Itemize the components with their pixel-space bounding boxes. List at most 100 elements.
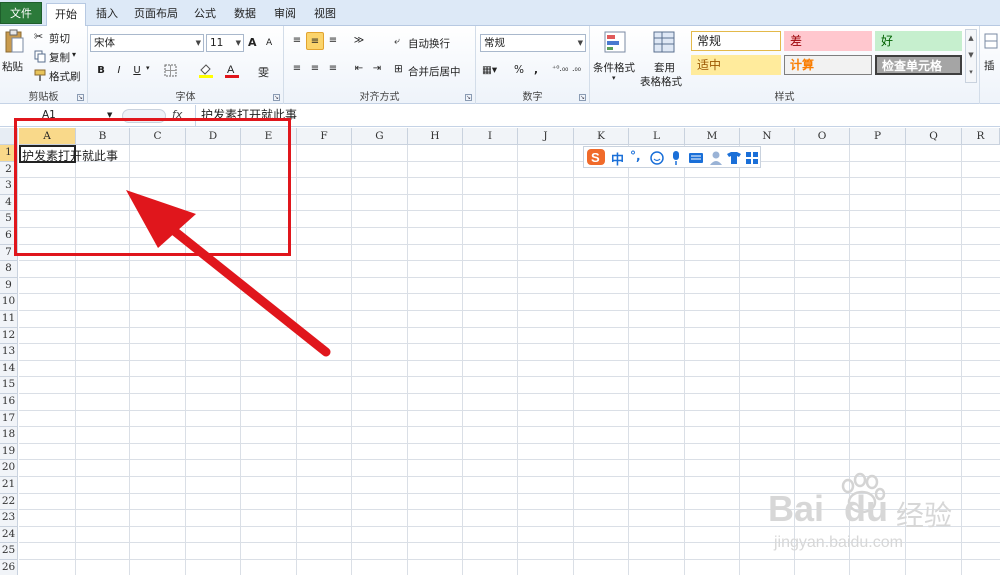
format-as-table-button[interactable]: 套用 表格格式	[640, 28, 688, 88]
italic-button[interactable]: I	[110, 62, 128, 80]
more-styles-icon[interactable]: ▾	[966, 64, 976, 81]
align-bottom-icon[interactable]: ≡	[324, 32, 342, 50]
merge-center-button[interactable]: ⊞ 合并后居中	[394, 62, 474, 80]
row-header-18[interactable]: 18	[0, 427, 18, 444]
user-icon[interactable]	[709, 150, 723, 166]
row-header-10[interactable]: 10	[0, 294, 18, 311]
microphone-icon[interactable]	[670, 150, 682, 166]
clipboard-launcher-icon[interactable]: ↘	[77, 94, 84, 101]
underline-button[interactable]: U	[128, 62, 146, 80]
row-header-15[interactable]: 15	[0, 377, 18, 394]
align-middle-icon[interactable]: ≡	[306, 32, 324, 50]
number-launcher-icon[interactable]: ↘	[579, 94, 586, 101]
row-header-19[interactable]: 19	[0, 443, 18, 461]
shrink-font-button[interactable]: A	[266, 38, 272, 48]
cut-button[interactable]: ✂ 剪切	[34, 30, 84, 46]
row-header-16[interactable]: 16	[0, 394, 18, 411]
column-header-i[interactable]: I	[463, 128, 518, 145]
formula-input[interactable]: 护发素打开就此事	[195, 105, 1000, 126]
wrap-text-button[interactable]: ⤶ 自动换行	[394, 34, 472, 52]
increase-indent-icon[interactable]: ⇥	[368, 60, 386, 78]
row-header-25[interactable]: 25	[0, 543, 18, 560]
column-header-f[interactable]: F	[297, 128, 352, 145]
copy-dropdown-icon[interactable]: ▾	[72, 50, 76, 59]
row-header-14[interactable]: 14	[0, 360, 18, 378]
column-header-p[interactable]: P	[850, 128, 906, 145]
column-header-k[interactable]: K	[574, 128, 629, 145]
style-good[interactable]: 好	[875, 31, 962, 51]
tab-review[interactable]: 审阅	[268, 3, 302, 25]
style-check-cell[interactable]: 检查单元格	[875, 55, 962, 75]
row-header-12[interactable]: 12	[0, 327, 18, 345]
column-header-h[interactable]: H	[408, 128, 463, 145]
sogou-logo-icon[interactable]: S	[586, 148, 606, 166]
tab-insert[interactable]: 插入	[90, 3, 124, 25]
orientation-icon[interactable]: ≫	[350, 32, 368, 50]
align-right-icon[interactable]: ≡	[324, 60, 342, 78]
paste-button[interactable]: 粘贴	[2, 29, 26, 89]
row-header-9[interactable]: 9	[0, 277, 18, 295]
align-center-icon[interactable]: ≡	[306, 60, 324, 78]
column-header-l[interactable]: L	[629, 128, 685, 145]
align-top-icon[interactable]: ≡	[288, 32, 306, 50]
column-header-o[interactable]: O	[795, 128, 850, 145]
grow-font-button[interactable]: A	[248, 36, 257, 49]
conditional-format-button[interactable]: 条件格式 ▾	[592, 28, 638, 84]
style-calculation[interactable]: 计算	[784, 55, 872, 75]
underline-dropdown-icon[interactable]: ▾	[146, 64, 150, 72]
font-color-icon[interactable]: A	[224, 62, 240, 78]
comma-button[interactable]: ,	[534, 64, 538, 76]
styles-scroll[interactable]: ▲ ▼ ▾	[965, 29, 977, 83]
borders-icon[interactable]	[164, 64, 178, 78]
alignment-launcher-icon[interactable]: ↘	[465, 94, 472, 101]
row-header-24[interactable]: 24	[0, 526, 18, 544]
decrease-decimal-icon[interactable]: .₀₀	[572, 64, 581, 73]
column-header-m[interactable]: M	[685, 128, 740, 145]
ime-punctuation[interactable]: °,	[630, 149, 641, 163]
ime-mode-chinese[interactable]: 中	[611, 149, 624, 168]
tab-home[interactable]: 开始	[46, 3, 86, 27]
percent-button[interactable]: %	[514, 64, 524, 76]
row-header-26[interactable]: 26	[0, 560, 18, 575]
decrease-indent-icon[interactable]: ⇤	[350, 60, 368, 78]
skin-shirt-icon[interactable]	[726, 151, 742, 165]
column-header-j[interactable]: J	[518, 128, 574, 145]
row-header-20[interactable]: 20	[0, 460, 18, 477]
style-neutral[interactable]: 适中	[691, 55, 781, 75]
align-left-icon[interactable]: ≡	[288, 60, 306, 78]
row-header-17[interactable]: 17	[0, 410, 18, 428]
fill-color-icon[interactable]	[198, 62, 214, 78]
tab-file[interactable]: 文件	[0, 2, 42, 24]
scroll-up-icon[interactable]: ▲	[966, 30, 976, 47]
row-header-21[interactable]: 21	[0, 477, 18, 494]
insert-cells-icon[interactable]	[984, 32, 1000, 52]
row-header-23[interactable]: 23	[0, 510, 18, 527]
font-size-combo[interactable]: 11 ▼	[206, 34, 244, 52]
column-header-g[interactable]: G	[352, 128, 408, 145]
row-header-22[interactable]: 22	[0, 493, 18, 511]
tab-formulas[interactable]: 公式	[188, 3, 222, 25]
format-painter-button[interactable]: 格式刷	[34, 68, 84, 84]
row-header-8[interactable]: 8	[0, 261, 18, 278]
style-bad[interactable]: 差	[784, 31, 872, 51]
scroll-down-icon[interactable]: ▼	[966, 47, 976, 64]
tab-page-layout[interactable]: 页面布局	[130, 3, 182, 25]
row-header-11[interactable]: 11	[0, 311, 18, 328]
column-header-r[interactable]: R	[962, 128, 1000, 145]
column-header-n[interactable]: N	[740, 128, 795, 145]
font-name-combo[interactable]: 宋体 ▼	[90, 34, 204, 52]
number-format-combo[interactable]: 常规 ▼	[480, 34, 586, 52]
row-header-13[interactable]: 13	[0, 344, 18, 361]
currency-icon[interactable]: ▦▾	[482, 64, 497, 76]
style-normal[interactable]: 常规	[691, 31, 781, 51]
tab-data[interactable]: 数据	[228, 3, 262, 25]
column-header-q[interactable]: Q	[906, 128, 962, 145]
keyboard-icon[interactable]	[688, 152, 704, 164]
toolbox-grid-icon[interactable]	[745, 151, 759, 165]
font-launcher-icon[interactable]: ↘	[273, 94, 280, 101]
bold-button[interactable]: B	[92, 62, 110, 80]
tab-view[interactable]: 视图	[308, 3, 342, 25]
copy-button[interactable]: 复制 ▾	[34, 49, 84, 65]
increase-decimal-icon[interactable]: ⁺⁰.₀₀	[552, 64, 568, 73]
emoji-icon[interactable]	[650, 151, 664, 165]
